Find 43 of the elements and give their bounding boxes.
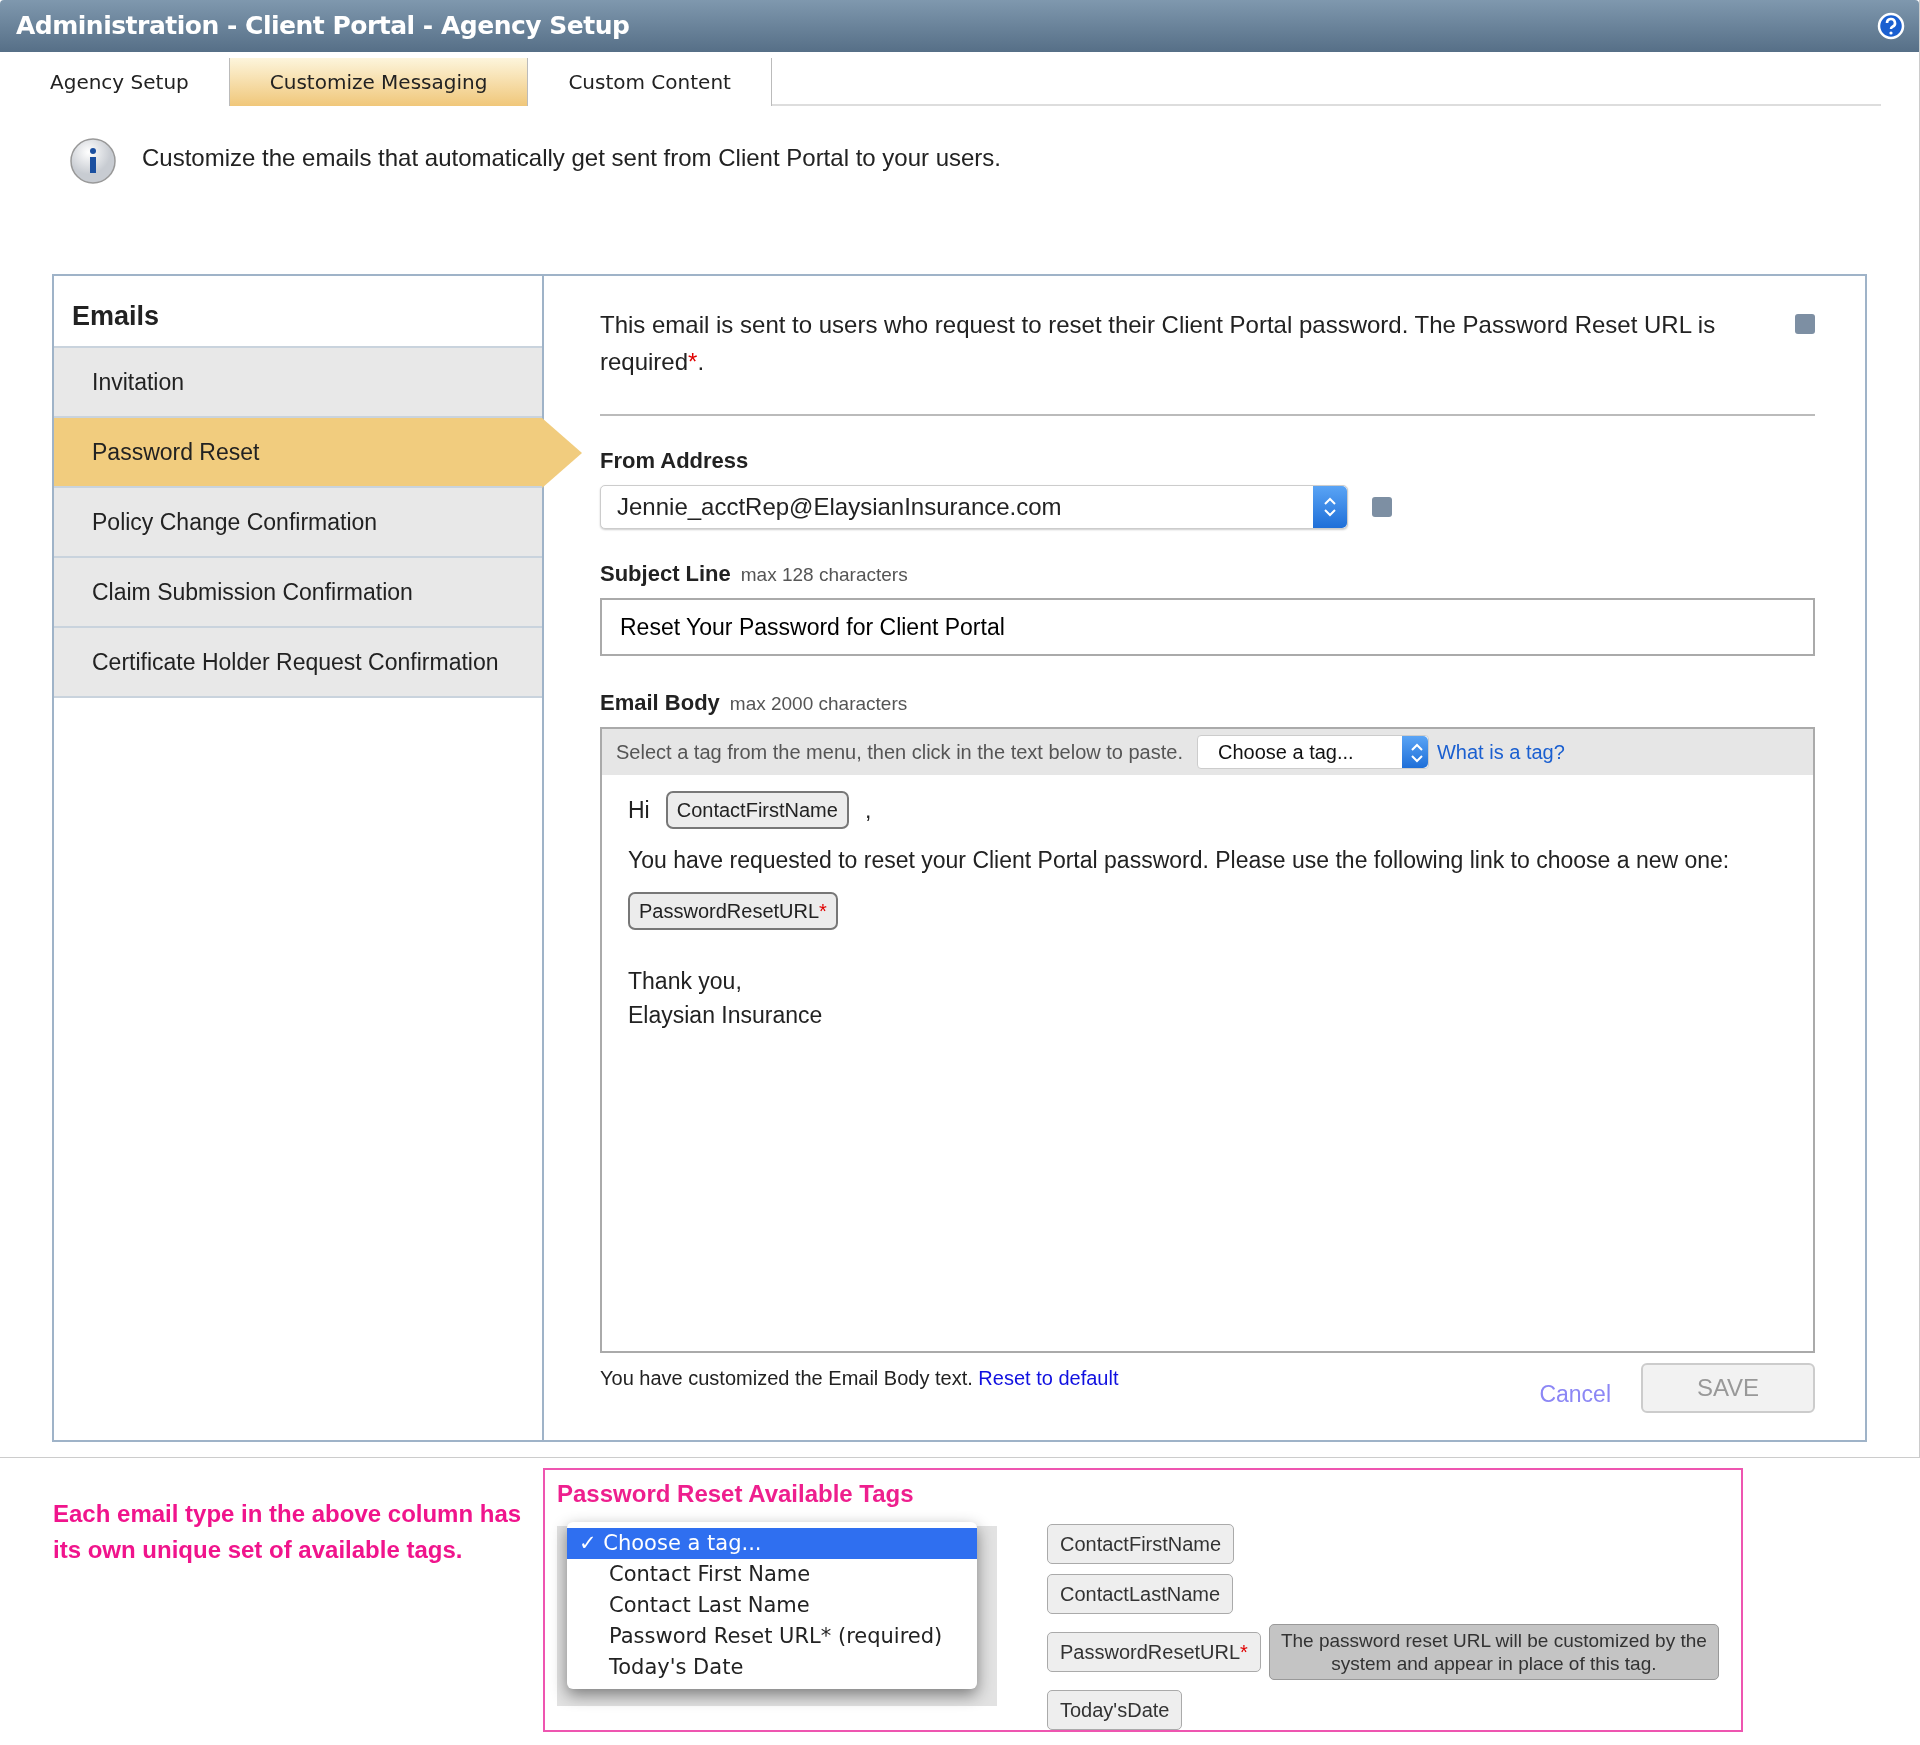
annotation-text: Each email type in the above column has its own unique set of available tags. bbox=[52, 1499, 523, 1565]
panel-title: Password Reset Available Tags bbox=[557, 1479, 915, 1509]
menu-item[interactable]: Today's Date bbox=[567, 1652, 977, 1683]
menu-item[interactable]: ✓ Choose a tag... bbox=[567, 1528, 977, 1559]
email-body-editor[interactable] bbox=[600, 727, 1815, 1353]
body-text: Hi bbox=[628, 795, 650, 825]
menu-item[interactable]: Contact Last Name bbox=[567, 1590, 977, 1621]
info-text: Customize the emails that automatically get sent from Client Portal to your users. bbox=[142, 143, 1002, 173]
tag-chip: ContactLastName bbox=[1047, 1574, 1234, 1614]
tag-chip[interactable]: PasswordResetURL* bbox=[628, 891, 838, 930]
status-text: You have customized the Email Body text. Reset to default bbox=[600, 1366, 1119, 1391]
tag-select[interactable]: Choose a tag... bbox=[1197, 735, 1429, 769]
sidebar-item[interactable]: Policy Change Confirmation bbox=[54, 488, 542, 558]
sidebar-item[interactable]: Claim Submission Confirmation bbox=[54, 558, 542, 628]
window-title: Administration - Client Portal - Agency Setup bbox=[16, 10, 630, 43]
subject-input[interactable]: Reset Your Password for Client Portal bbox=[600, 598, 1815, 656]
hint-text: max 128 characters bbox=[740, 563, 908, 587]
help-link[interactable]: What is a tag? bbox=[1437, 737, 1565, 767]
description-text: This email is sent to users who request to reset their Client Portal password. The Password Reset URL is required*. bbox=[600, 310, 1717, 377]
reset-link[interactable]: Reset to default bbox=[978, 1367, 1119, 1389]
body-text: Thank you, bbox=[628, 966, 742, 996]
from-address-select[interactable]: Jennie_acctRep@ElaysianInsurance.com bbox=[600, 485, 1348, 529]
info-icon bbox=[68, 136, 118, 186]
tag-chip: Today'sDate bbox=[1047, 1690, 1183, 1730]
field-label: From Address bbox=[600, 447, 750, 475]
tag-chip[interactable]: ContactFirstName bbox=[665, 791, 849, 829]
tag-chip: PasswordResetURL* bbox=[1047, 1632, 1261, 1672]
sidebar-item[interactable]: Invitation bbox=[54, 348, 542, 418]
toolbar-text: Select a tag from the menu, then click in the text below to paste. bbox=[616, 740, 1183, 765]
body-text: , bbox=[864, 795, 872, 825]
sidebar-item[interactable]: Certificate Holder Request Confirmation bbox=[54, 628, 542, 698]
tab[interactable]: Agency Setup bbox=[10, 58, 230, 106]
tab[interactable]: Customize Messaging bbox=[229, 58, 529, 106]
field-label: Subject Line bbox=[600, 560, 731, 588]
body-text: Elaysian Insurance bbox=[628, 1001, 823, 1030]
tooltip: The password reset URL will be customized by the system and appear in place of this tag. bbox=[1268, 1624, 1719, 1680]
body-text: You have requested to reset your Client Portal password. Please use the following link to choose a new one: bbox=[628, 846, 1730, 875]
tag-chip: ContactFirstName bbox=[1047, 1524, 1235, 1564]
field-label: Email Body bbox=[600, 689, 720, 717]
menu-item[interactable]: Contact First Name bbox=[567, 1559, 977, 1590]
hint-text: max 2000 characters bbox=[729, 692, 908, 716]
tab[interactable]: Custom Content bbox=[528, 58, 772, 106]
menu-item[interactable]: Password Reset URL* (required) bbox=[567, 1621, 977, 1652]
